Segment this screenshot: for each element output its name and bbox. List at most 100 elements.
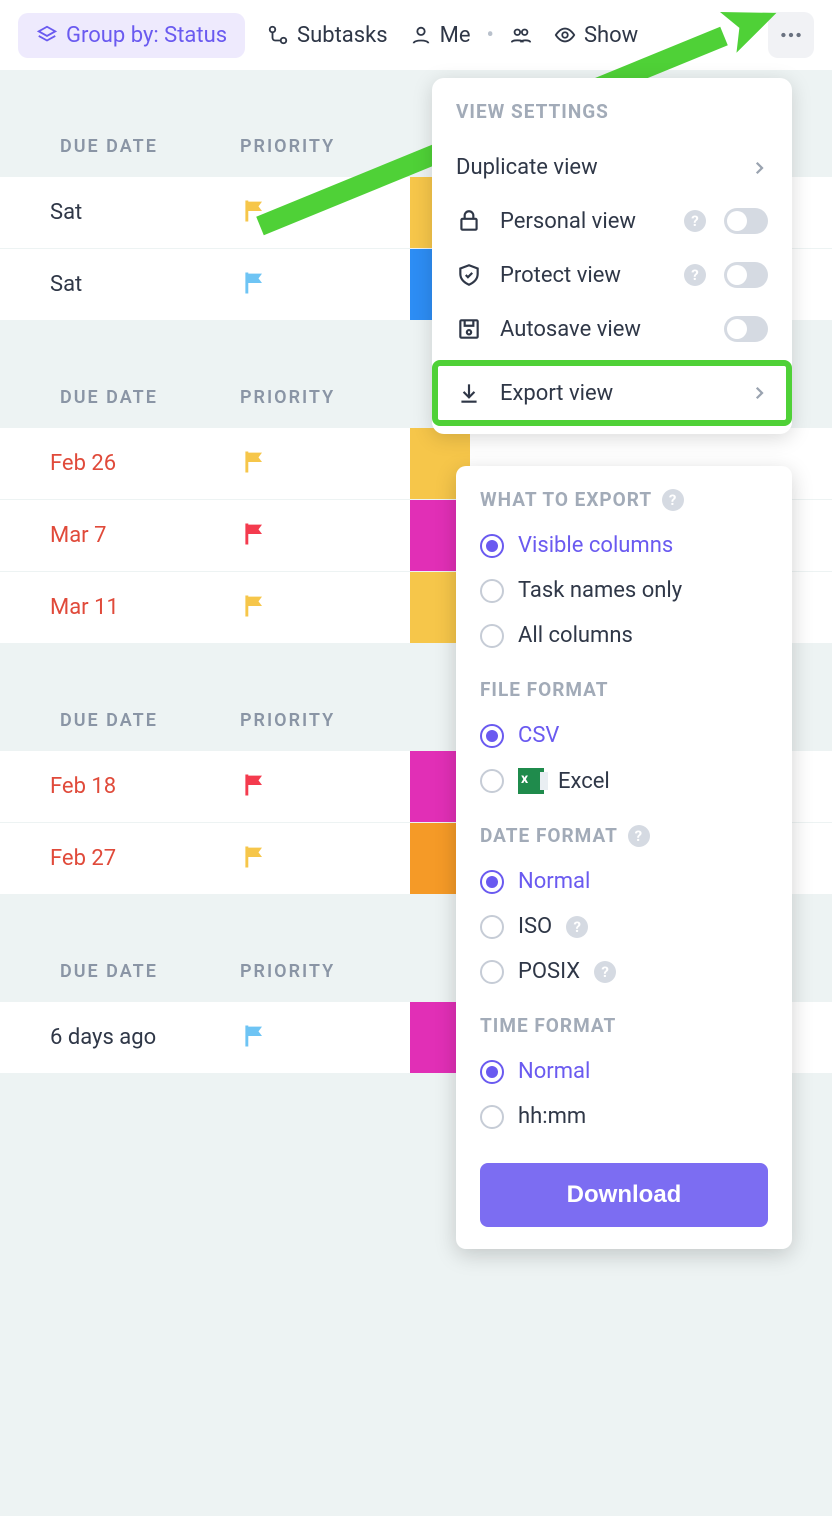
export-panel: WHAT TO EXPORT ? Visible columns Task na… (456, 466, 792, 1249)
due-date-cell[interactable]: Sat (0, 272, 240, 297)
radio-icon (480, 1105, 504, 1129)
export-view-item[interactable]: Export view (432, 360, 792, 426)
priority-column-label: PRIORITY (240, 710, 410, 731)
due-date-cell[interactable]: Mar 7 (0, 523, 240, 548)
radio-icon (480, 724, 504, 748)
flag-icon (240, 1022, 270, 1050)
autosave-view-toggle[interactable] (724, 316, 768, 342)
subtasks-icon (267, 24, 289, 46)
priority-cell[interactable] (240, 1022, 410, 1054)
help-icon[interactable]: ? (594, 961, 616, 983)
toolbar: Group by: Status Subtasks Me • Show (0, 0, 832, 70)
people-icon (510, 24, 532, 46)
flag-icon (240, 448, 270, 476)
protect-view-item[interactable]: Protect view ? (432, 248, 792, 302)
shield-icon (456, 262, 482, 288)
priority-cell[interactable] (240, 520, 410, 552)
due-date-cell[interactable]: Feb 18 (0, 774, 240, 799)
help-icon[interactable]: ? (684, 210, 706, 232)
flag-icon (240, 269, 270, 297)
export-task-names-option[interactable]: Task names only (480, 568, 768, 613)
protect-view-toggle[interactable] (724, 262, 768, 288)
chevron-right-icon (750, 159, 768, 177)
view-settings-title: VIEW SETTINGS (432, 100, 792, 141)
radio-icon (480, 960, 504, 984)
autosave-view-label: Autosave view (500, 317, 706, 342)
radio-icon (480, 915, 504, 939)
export-date-iso-option[interactable]: ISO ? (480, 904, 768, 949)
flag-icon (240, 771, 270, 799)
duplicate-view-item[interactable]: Duplicate view (432, 141, 792, 194)
export-date-normal-option[interactable]: Normal (480, 859, 768, 904)
separator-dot: • (487, 23, 494, 48)
more-button[interactable] (768, 12, 814, 58)
due-date-cell[interactable]: Mar 11 (0, 595, 240, 620)
radio-icon (480, 534, 504, 558)
export-excel-option[interactable]: Excel (480, 758, 768, 804)
download-icon (456, 380, 482, 406)
people-pill[interactable] (510, 24, 532, 46)
radio-icon (480, 1060, 504, 1084)
priority-cell[interactable] (240, 771, 410, 803)
due-date-column-label: DUE DATE (0, 136, 240, 157)
export-all-columns-option[interactable]: All columns (480, 613, 768, 658)
radio-icon (480, 769, 504, 793)
personal-view-toggle[interactable] (724, 208, 768, 234)
me-pill[interactable]: Me (410, 23, 471, 48)
export-visible-columns-option[interactable]: Visible columns (480, 523, 768, 568)
help-icon[interactable]: ? (684, 264, 706, 286)
view-settings-panel: VIEW SETTINGS Duplicate view Personal vi… (432, 78, 792, 434)
priority-cell[interactable] (240, 448, 410, 480)
export-date-format-title: DATE FORMAT ? (480, 824, 768, 847)
export-csv-option[interactable]: CSV (480, 713, 768, 758)
duplicate-view-label: Duplicate view (456, 155, 732, 180)
priority-column-label: PRIORITY (240, 136, 410, 157)
group-by-label: Group by: Status (66, 23, 227, 48)
priority-cell[interactable] (240, 592, 410, 624)
due-date-cell[interactable]: Feb 27 (0, 846, 240, 871)
export-date-posix-option[interactable]: POSIX ? (480, 949, 768, 994)
autosave-view-item[interactable]: Autosave view (432, 302, 792, 356)
due-date-cell[interactable]: 6 days ago (0, 1025, 240, 1050)
due-date-column-label: DUE DATE (0, 387, 240, 408)
person-icon (410, 24, 432, 46)
export-what-title: WHAT TO EXPORT ? (480, 488, 768, 511)
chevron-right-icon (750, 384, 768, 402)
lock-icon (456, 208, 482, 234)
me-label: Me (440, 23, 471, 48)
export-time-format-title: TIME FORMAT (480, 1014, 768, 1037)
show-label: Show (584, 23, 638, 48)
subtasks-label: Subtasks (297, 23, 388, 48)
radio-icon (480, 579, 504, 603)
show-pill[interactable]: Show (554, 23, 638, 48)
help-icon[interactable]: ? (662, 489, 684, 511)
download-button[interactable]: Download (480, 1163, 768, 1227)
due-date-cell[interactable]: Sat (0, 200, 240, 225)
protect-view-label: Protect view (500, 263, 666, 288)
excel-icon (518, 768, 544, 794)
priority-column-label: PRIORITY (240, 387, 410, 408)
export-file-format-title: FILE FORMAT (480, 678, 768, 701)
export-view-label: Export view (500, 381, 732, 406)
personal-view-item[interactable]: Personal view ? (432, 194, 792, 248)
flag-icon (240, 592, 270, 620)
priority-cell[interactable] (240, 269, 410, 301)
due-date-column-label: DUE DATE (0, 710, 240, 731)
flag-icon (240, 520, 270, 548)
help-icon[interactable]: ? (566, 916, 588, 938)
ellipsis-icon (778, 22, 804, 48)
due-date-cell[interactable]: Feb 26 (0, 451, 240, 476)
group-by-pill[interactable]: Group by: Status (18, 13, 245, 58)
layers-icon (36, 24, 58, 46)
help-icon[interactable]: ? (628, 825, 650, 847)
priority-cell[interactable] (240, 843, 410, 875)
radio-icon (480, 870, 504, 894)
priority-cell[interactable] (240, 197, 410, 229)
export-time-normal-option[interactable]: Normal (480, 1049, 768, 1094)
personal-view-label: Personal view (500, 209, 666, 234)
save-icon (456, 316, 482, 342)
export-time-hhmm-option[interactable]: hh:mm (480, 1094, 768, 1139)
due-date-column-label: DUE DATE (0, 961, 240, 982)
subtasks-pill[interactable]: Subtasks (267, 23, 388, 48)
priority-column-label: PRIORITY (240, 961, 410, 982)
